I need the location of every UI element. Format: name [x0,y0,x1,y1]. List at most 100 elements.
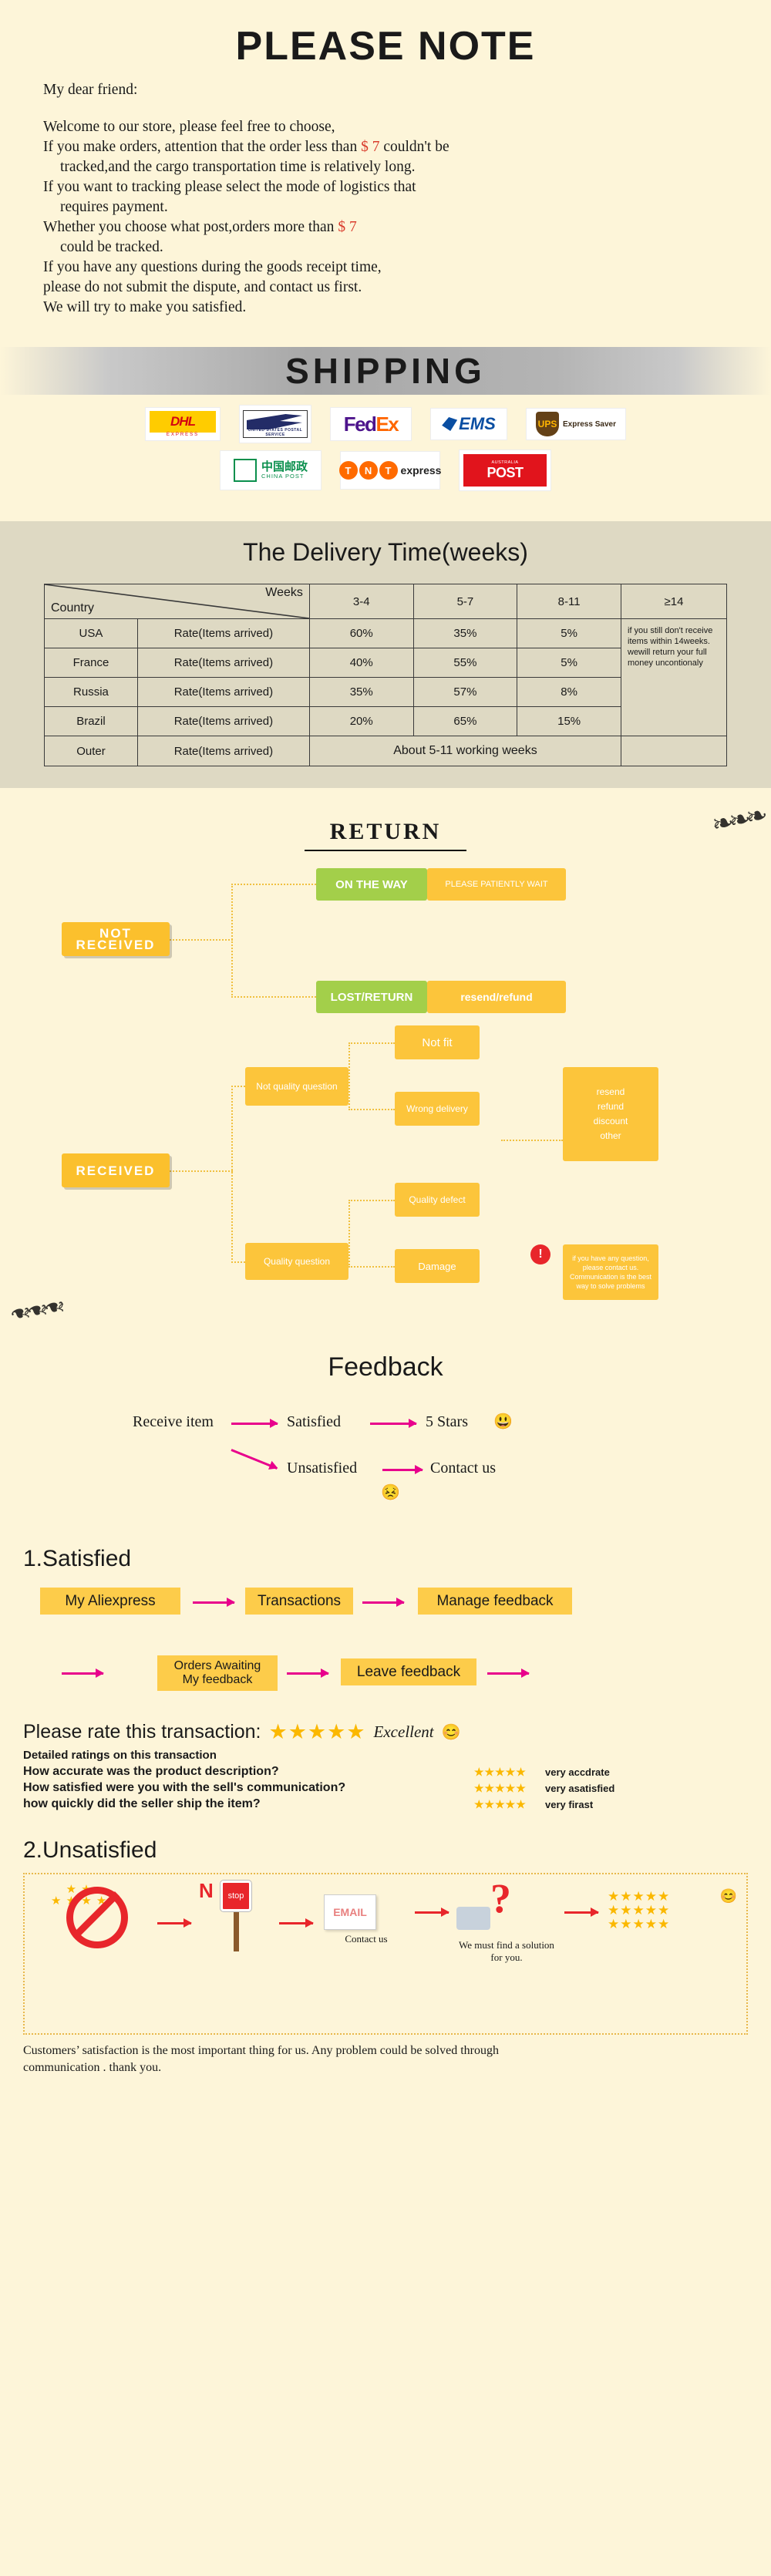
no-low-rating-group: ★ ★ ★ ★ ★ ★ [46,1884,162,1950]
connector-rc-to-quality [231,1261,245,1263]
five-stars-label: 5 Stars [426,1413,468,1430]
satisfied-label: Satisfied [287,1413,341,1430]
arrow-to-leave-feedback [287,1669,329,1678]
country-russia: Russia [44,677,138,707]
rating-row: how quickly did the seller ship the item… [23,1797,771,1811]
russia-8-11: 8% [517,677,621,707]
connector-nr-vertical [231,884,233,998]
note-line-4: If you want to tracking please select th… [43,179,416,195]
resolution-refund: refund [597,1101,625,1112]
australia-post-logo-icon: AUSTRALIA POST [460,450,550,490]
unsatisfied-card: ★ ★ ★ ★ ★ ★ N stop EMAIL Contact us ? We… [23,1873,748,2035]
connector-to-qualitydefect [348,1200,395,1201]
rate-happy-icon: 😊 [441,1724,461,1741]
detailed-ratings-label: Detailed ratings on this transaction [23,1749,217,1762]
note-greeting: My dear friend: [43,82,138,98]
step-orders-awaiting[interactable]: Orders Awaiting My feedback [157,1655,278,1691]
unsatisfied-heading: 2.Unsatisfied [23,1837,157,1863]
fedex-fed-text: Fed [343,412,377,436]
lost-return-note-box: resend/refund [427,981,566,1013]
australia-post-wordmark: POST [487,464,524,480]
corner-weeks-label: Weeks [265,586,303,599]
connector-nr-to-ontheway [231,884,316,885]
feedback-flow: Receive item Satisfied 5 Stars 😃 Unsatis… [0,1399,771,1546]
note-line-2-text: If you make orders, attention that the o… [43,139,358,155]
brazil-8-11: 15% [517,706,621,736]
china-post-mark-icon [233,459,257,482]
warning-text-box: if you have any question, please contact… [563,1244,658,1300]
arrow-to-stop [157,1918,192,1928]
price-threshold-1: $ 7 [361,139,380,155]
delivery-title: The Delivery Time(weeks) [243,538,528,566]
china-post-en-label: CHINA POST [261,473,305,480]
note-line-1: Welcome to our store, please feel free t… [43,119,335,135]
not-received-tag: NOT RECEIVED [62,922,170,956]
fedex-logo-icon: FedEx [331,408,411,440]
col-header-3-4: 3-4 [308,584,414,619]
return-title: RETURN [329,819,442,844]
usps-logo-icon: UNITED STATES POSTAL SERVICE [240,406,311,443]
not-fit-box: Not fit [395,1025,480,1059]
note-line-5: requires payment. [60,199,168,215]
shipping-banner: SHIPPING [0,347,771,395]
good-rating-stars-icon: ★★★★★ ★★★★★ ★★★★★ [608,1889,671,1931]
carrier-logo-row-2: 中国邮政 CHINA POST T N T express AUSTRALIA … [0,450,771,490]
good-rating-happy-icon: 😊 [719,1888,737,1904]
rate-stars[interactable]: ★★★★★ [269,1720,366,1744]
brazil-3-4: 20% [308,706,414,736]
rate-label-france: Rate(Items arrived) [136,648,310,678]
table-row-outer: Outer Rate(Items arrived) About 5-11 wor… [44,736,727,766]
fedex-ex-text: Ex [375,412,399,436]
warning-exclamation-icon: ! [530,1244,550,1264]
rating-stars-3[interactable]: ★★★★★ [474,1798,545,1811]
email-icon: EMAIL [324,1894,376,1930]
rating-value-2: very asatisfied [545,1782,615,1794]
country-france: France [44,648,138,678]
return-flowchart: NOT RECEIVED RECEIVED ON THE WAY PLEASE … [0,862,771,1325]
satisfied-heading: 1.Satisfied [23,1546,132,1571]
usps-sub-label: UNITED STATES POSTAL SERVICE [247,428,303,437]
orders-awaiting-line-1: Orders Awaiting [173,1659,261,1672]
country-outer: Outer [44,736,138,766]
col-header-14plus: ≥14 [621,584,727,619]
step-manage-feedback[interactable]: Manage feedback [418,1588,572,1615]
connector-rc-to-notquality [231,1086,245,1087]
connector-rc-stub [170,1170,233,1172]
step-transactions[interactable]: Transactions [245,1588,353,1615]
delivery-side-note: if you still don't receive items within … [621,618,727,736]
rating-stars-1[interactable]: ★★★★★ [474,1766,545,1779]
usa-3-4: 60% [308,618,414,648]
tnt-logo-icon: T N T express [338,452,441,489]
rating-question-3: how quickly did the seller ship the item… [23,1797,261,1810]
on-the-way-box: ON THE WAY [316,868,427,901]
connector-rc-vertical [231,1086,233,1263]
footer-note-line-1: Customers’ satisfaction is the most impo… [23,2044,499,2057]
france-5-7: 55% [412,648,518,678]
ems-wordmark: EMS [459,414,496,433]
rate-label-outer: Rate(Items arrived) [136,736,310,766]
note-line-3: tracked,and the cargo transportation tim… [60,159,416,175]
ups-logo-icon: UPS Express Saver [527,409,625,439]
person-silhouette-icon [456,1907,490,1930]
arrow-after-leave-feedback [487,1669,530,1678]
note-line-8: If you have any questions during the goo… [43,259,382,275]
carrier-logo-row-1: DHL EXPRESS UNITED STATES POSTAL SERVICE… [0,406,771,443]
step-leave-feedback[interactable]: Leave feedback [341,1658,476,1685]
resolution-discount: discount [593,1116,628,1126]
rating-row: How satisfied were you with the sell's c… [23,1781,771,1795]
contact-us-caption: Contact us [345,1933,388,1945]
sad-face-icon: 😣 [381,1484,400,1501]
arrow-receive-to-unsatisfied [231,1449,278,1470]
country-brazil: Brazil [44,706,138,736]
step-my-aliexpress[interactable]: My Aliexpress [40,1588,180,1615]
lost-return-box: LOST/RETURN [316,981,427,1013]
connector-nr-stub [170,939,233,941]
note-line-2-tail: couldn't be [383,139,449,155]
footer-note-line-2: communication . thank you. [23,2061,162,2074]
arrow-step1-to-step2 [193,1598,235,1607]
france-3-4: 40% [308,648,414,678]
rating-stars-2[interactable]: ★★★★★ [474,1782,545,1795]
note-line-6-text: Whether you choose what post,orders more… [43,219,335,235]
usps-eagle-icon [247,414,302,429]
leaf-vine-top-right-icon: ❧❧❧ [709,800,766,840]
